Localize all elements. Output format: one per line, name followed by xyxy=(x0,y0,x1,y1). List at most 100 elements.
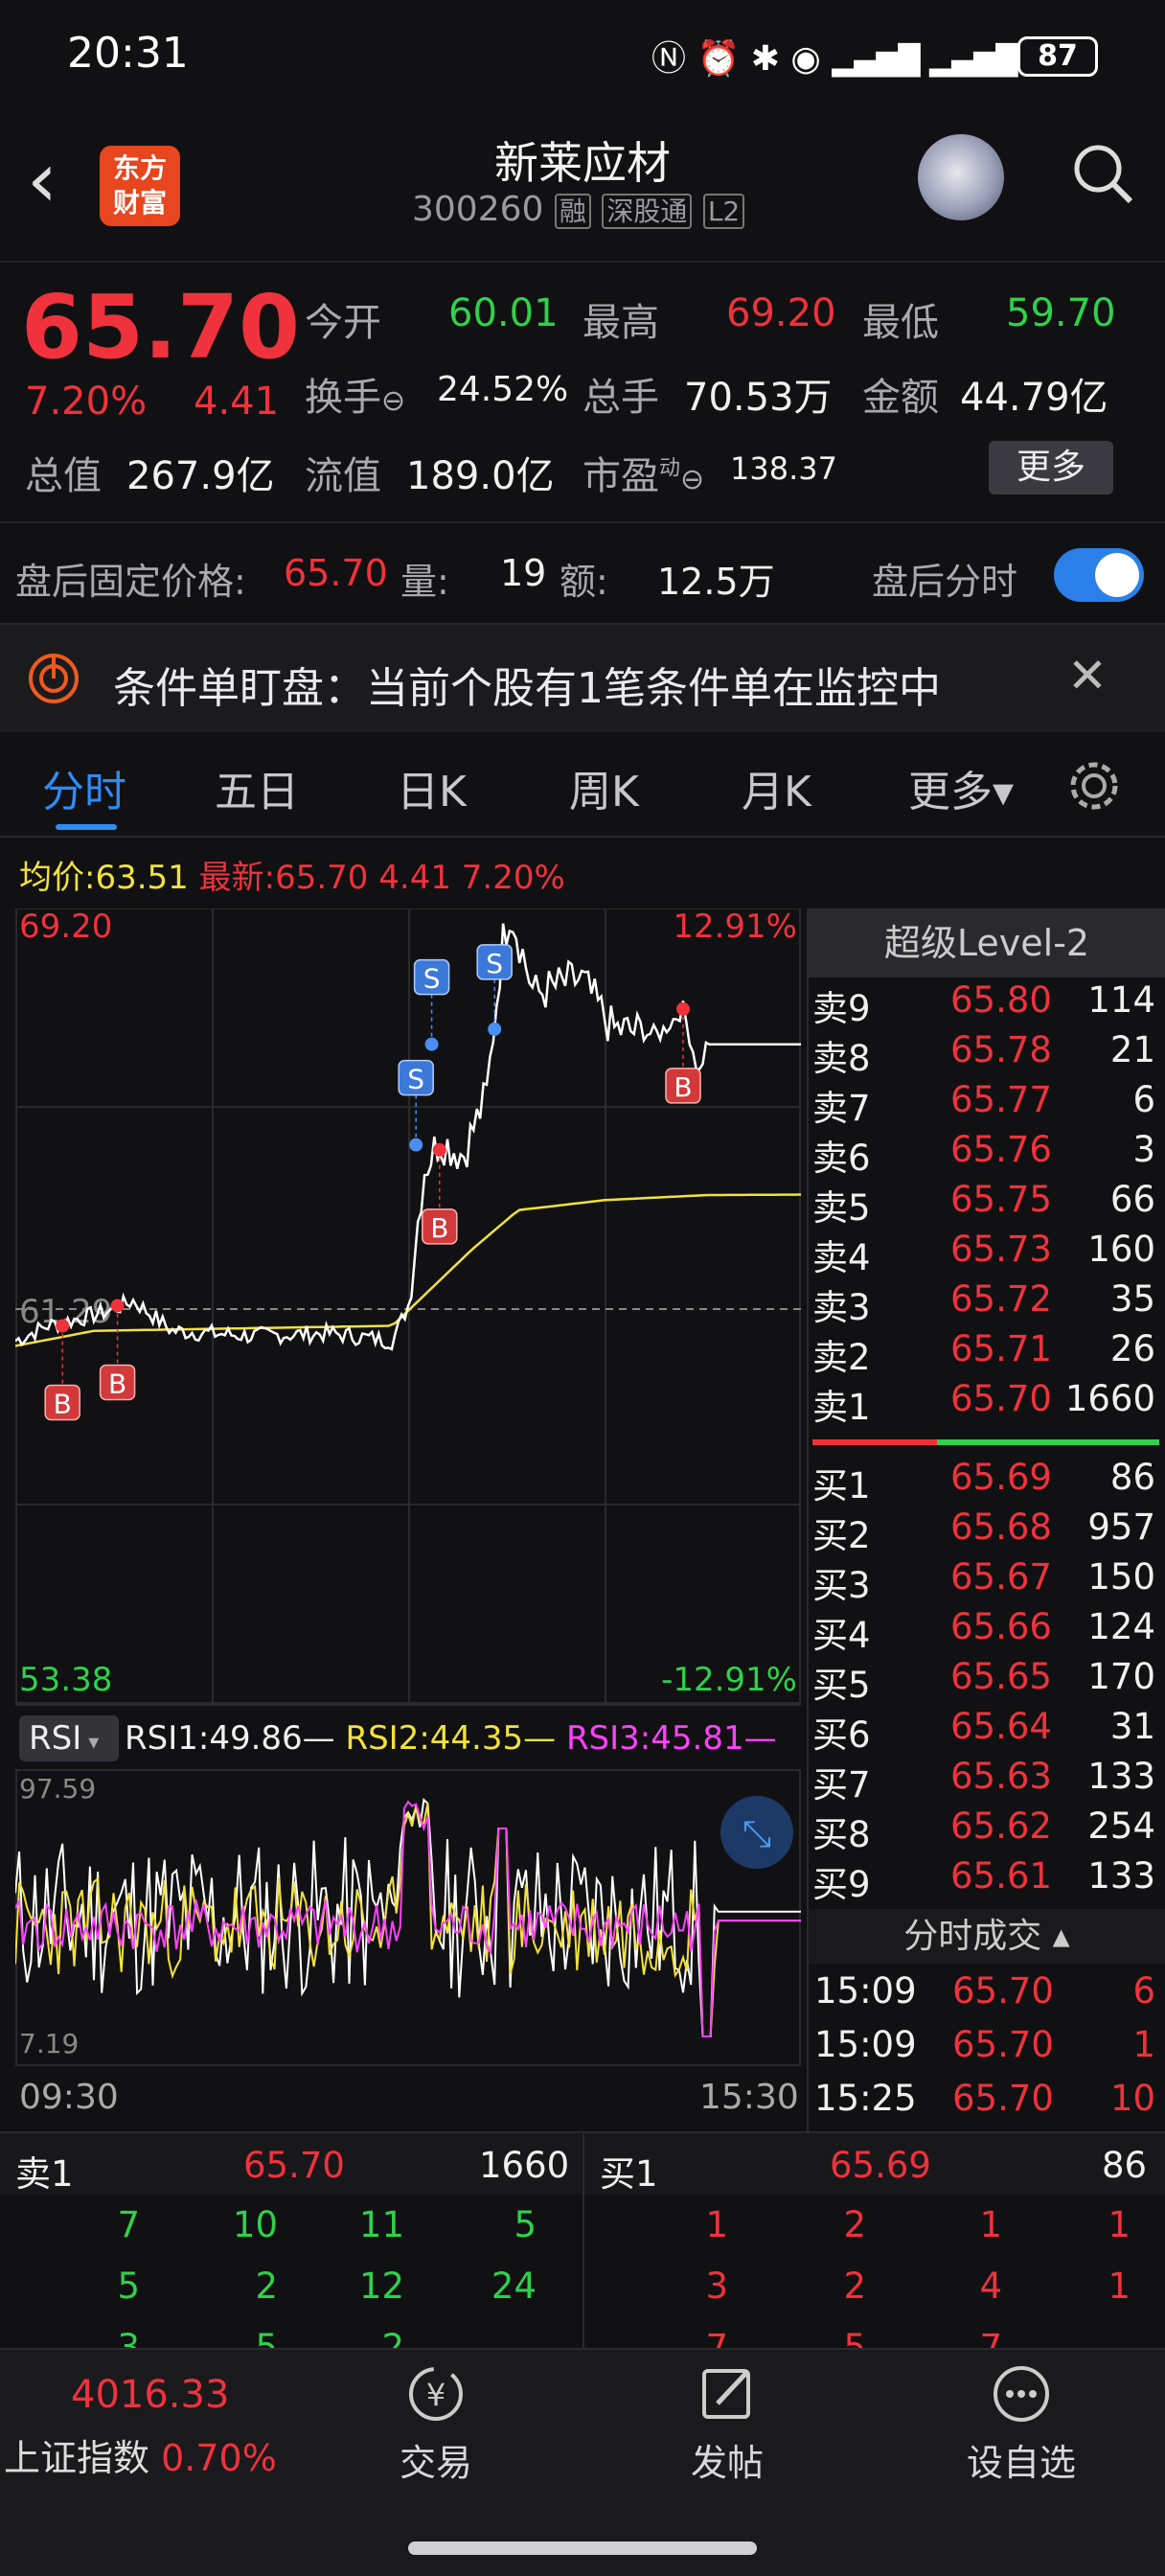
buy-queue-cell: 1 xyxy=(1108,2266,1131,2307)
sell-marker[interactable]: S xyxy=(413,958,450,1051)
buy-level-row[interactable]: 买9 65.61 133 xyxy=(812,1855,1159,1905)
level-label: 卖6 xyxy=(812,1138,871,1179)
status-time: 20:31 xyxy=(67,29,189,78)
trade-price: 65.70 xyxy=(952,2024,1054,2065)
after-hours-toggle[interactable] xyxy=(1054,548,1144,602)
sell-level-row[interactable]: 卖3 65.72 35 xyxy=(812,1278,1159,1328)
buy-level-row[interactable]: 买7 65.63 133 xyxy=(812,1756,1159,1806)
buy-level-row[interactable]: 买6 65.64 31 xyxy=(812,1706,1159,1756)
sell-level-row[interactable]: 卖2 65.71 26 xyxy=(812,1328,1159,1378)
level-price: 65.67 xyxy=(950,1556,1052,1598)
sell-level-row[interactable]: 卖8 65.78 21 xyxy=(812,1029,1159,1079)
trade-row: 15:09 65.70 1 xyxy=(814,2024,1159,2076)
level-price: 65.68 xyxy=(950,1506,1052,1548)
turnover-value: 24.52% xyxy=(437,370,569,409)
indicator-select[interactable]: RSI ▾ xyxy=(19,1715,119,1761)
trades-title[interactable]: 分时成交 ▴ xyxy=(809,1909,1165,1965)
trade-button[interactable]: ¥ 交易 xyxy=(383,2363,489,2486)
tab-five-day[interactable]: 五日 xyxy=(215,757,299,818)
home-indicator xyxy=(408,2542,757,2555)
open-label: 今开 xyxy=(305,301,381,345)
rsi-chart[interactable]: 97.59 7.19 ⤡ xyxy=(15,1769,801,2066)
buy-level-row[interactable]: 买2 65.68 957 xyxy=(812,1506,1159,1556)
chart-info-line: 均价:63.51 最新:65.70 4.41 7.20% xyxy=(19,851,565,898)
volume-label: 总手 xyxy=(582,376,659,420)
quote-summary: 65.70 7.20% 4.41 今开 60.01 最高 69.20 最低 59… xyxy=(0,263,1165,521)
edit-icon xyxy=(702,2369,750,2419)
avg-label: 均价: xyxy=(19,859,96,897)
sell-level-row[interactable]: 卖5 65.75 66 xyxy=(812,1179,1159,1229)
intraday-chart[interactable]: 69.20 61.29 53.38 12.91% -12.91% BBSSBSB xyxy=(15,908,801,1704)
queue-buy-label: 买1 xyxy=(600,2153,658,2195)
level-volume: 114 xyxy=(1087,979,1155,1021)
level-price: 65.73 xyxy=(950,1229,1052,1270)
sell-level-row[interactable]: 卖6 65.76 3 xyxy=(812,1129,1159,1179)
last-price: 65.70 xyxy=(21,276,301,379)
tag-margin: 融 xyxy=(554,194,591,229)
tab-weekly-k[interactable]: 周K xyxy=(569,757,639,818)
index-name[interactable]: 上证指数 0.70% xyxy=(4,2428,277,2481)
battery-icon: 87 xyxy=(1017,36,1098,77)
svg-text:S: S xyxy=(407,1064,424,1095)
level-label: 卖9 xyxy=(812,988,871,1029)
rsi2-value: RSI2:44.35— xyxy=(345,1719,557,1758)
sell-level-row[interactable]: 卖1 65.70 1660 xyxy=(812,1378,1159,1428)
more-button[interactable]: 更多 xyxy=(989,441,1113,494)
queue-sell-label: 卖1 xyxy=(15,2153,74,2195)
change-amount: 4.41 xyxy=(194,380,280,424)
trade-volume: 6 xyxy=(1132,1970,1155,2012)
buy-marker[interactable]: B xyxy=(665,1001,701,1104)
level-volume: 150 xyxy=(1087,1556,1155,1598)
buy-level-row[interactable]: 买4 65.66 124 xyxy=(812,1606,1159,1656)
index-value[interactable]: 4016.33 xyxy=(71,2373,229,2417)
amount-value: 44.79亿 xyxy=(960,376,1108,420)
mcap-value: 267.9亿 xyxy=(126,454,275,498)
buy-queue-cell: 1 xyxy=(1108,2204,1131,2245)
add-watchlist-button[interactable]: 设自选 xyxy=(954,2363,1088,2486)
banner-text: 条件单盯盘：当前个股有1笔条件单在监控中 xyxy=(113,664,941,713)
condition-order-banner[interactable]: 条件单盯盘：当前个股有1笔条件单在监控中 ✕ xyxy=(0,625,1165,732)
sell-level-row[interactable]: 卖9 65.80 114 xyxy=(812,979,1159,1029)
buy-queue-cell: 1 xyxy=(979,2204,1002,2245)
latest-change: 4.41 xyxy=(378,859,451,897)
level-label: 卖7 xyxy=(812,1088,871,1129)
robot-avatar-icon[interactable] xyxy=(918,134,1004,220)
sell-level-row[interactable]: 卖7 65.77 6 xyxy=(812,1079,1159,1129)
level-volume: 66 xyxy=(1109,1179,1155,1220)
after-price-label: 盘后固定价格: xyxy=(15,561,246,603)
level-volume: 1660 xyxy=(1064,1378,1155,1419)
buy-queue-cell: 4 xyxy=(979,2266,1002,2307)
level-price: 65.75 xyxy=(950,1179,1052,1220)
post-button[interactable]: 发帖 xyxy=(674,2363,780,2486)
tab-intraday[interactable]: 分时 xyxy=(42,757,126,818)
rsi3-line xyxy=(15,1800,801,2037)
level-label: 买6 xyxy=(812,1714,871,1756)
buy-queue-cell: 2 xyxy=(843,2204,866,2245)
buy-level-row[interactable]: 买8 65.62 254 xyxy=(812,1806,1159,1855)
sell-level-row[interactable]: 卖4 65.73 160 xyxy=(812,1229,1159,1278)
tab-more[interactable]: 更多▾ xyxy=(908,757,1014,818)
queue-buy-price: 65.69 xyxy=(830,2145,931,2186)
trade-price: 65.70 xyxy=(952,2078,1054,2119)
tag-connect: 深股通 xyxy=(602,194,693,229)
tab-daily-k[interactable]: 日K xyxy=(397,757,467,818)
rsi3-value: RSI3:45.81— xyxy=(565,1719,777,1758)
low-value: 59.70 xyxy=(1006,291,1116,335)
trade-time: 15:25 xyxy=(814,2078,917,2119)
axis-top-pct: 12.91% xyxy=(673,908,797,946)
stock-code: 300260 xyxy=(412,190,544,229)
settings-gear-icon[interactable] xyxy=(1065,757,1123,815)
buy-level-row[interactable]: 买1 65.69 86 xyxy=(812,1457,1159,1506)
sell-queue-cell: 7 xyxy=(117,2204,140,2245)
level-label: 买1 xyxy=(812,1465,871,1506)
close-icon[interactable]: ✕ xyxy=(1067,648,1108,703)
level-price: 65.77 xyxy=(950,1079,1052,1120)
high-label: 最高 xyxy=(582,301,659,345)
tab-monthly-k[interactable]: 月K xyxy=(742,757,811,818)
queue-sell-vol: 1660 xyxy=(479,2145,570,2186)
axis-top-price: 69.20 xyxy=(19,908,112,946)
buy-level-row[interactable]: 买5 65.65 170 xyxy=(812,1656,1159,1706)
buy-level-row[interactable]: 买3 65.67 150 xyxy=(812,1556,1159,1606)
trade-time: 15:09 xyxy=(814,2024,917,2065)
search-icon[interactable] xyxy=(1069,140,1136,207)
